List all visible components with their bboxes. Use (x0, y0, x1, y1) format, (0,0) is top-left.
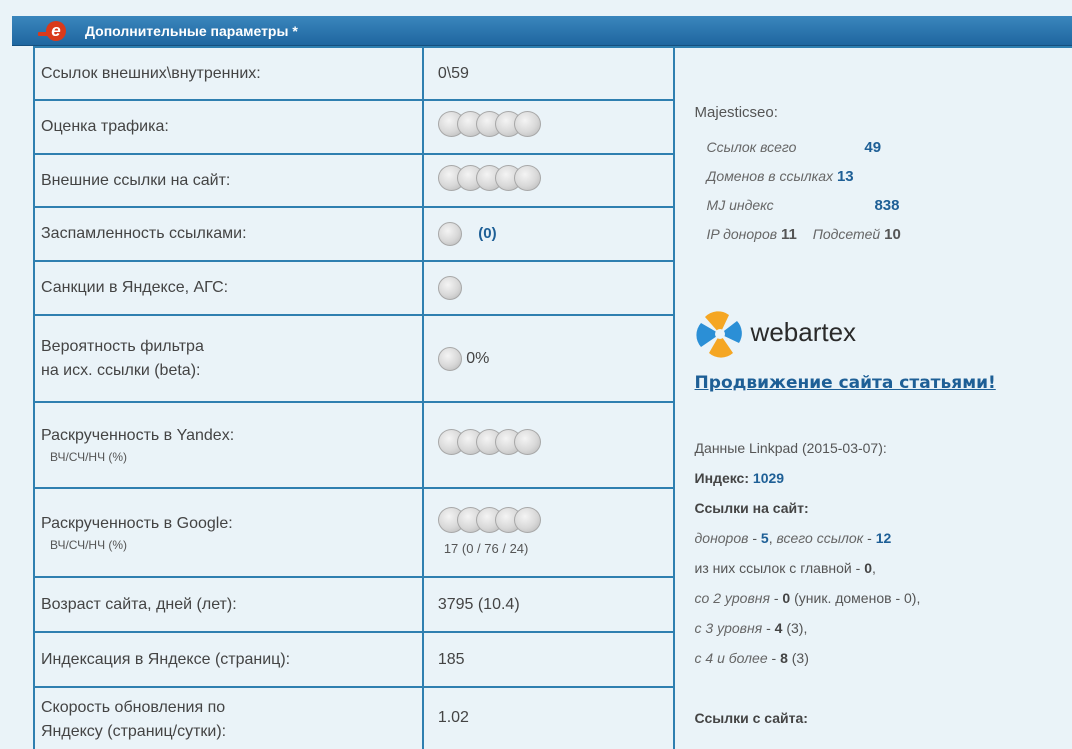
level2-extra: (уник. доменов - 0), (794, 589, 921, 606)
row-label: Внешние ссылки на сайт: (33, 153, 424, 208)
total-links-value: 12 (875, 529, 892, 546)
side-info-column: Majesticseo: Ссылок всего 49 Доменов в с… (672, 46, 1072, 749)
majestic-mj-row: MJ индекс 838 (707, 197, 900, 214)
spam-indicator-icon (437, 222, 462, 246)
filter-value: 0% (466, 349, 490, 367)
row-label: Ссылок внешних\внутренних: (33, 46, 424, 101)
linkpad-links-to-site: Ссылки на сайт: (695, 500, 809, 516)
spam-value: (0) (478, 225, 497, 243)
linkpad-index-row: Индекс: 1029 (695, 470, 785, 486)
level2-label: со 2 уровня (694, 589, 770, 606)
rating-circle-icon (513, 506, 541, 533)
links-to-site-label: Ссылки на сайт: (694, 499, 809, 516)
from-main-label: из них ссылок с главной (694, 559, 852, 576)
row-label: Оценка трафика: (33, 99, 424, 155)
linkpad-header: Данные Linkpad (2015-03-07): (694, 439, 887, 456)
donors-label: доноров (694, 529, 749, 546)
row-label: Раскрученность в Google: ВЧ/СЧ/НЧ (%) (33, 487, 424, 578)
panel-title: Дополнительные параметры * (85, 23, 298, 39)
row-value: 0\59 (421, 46, 675, 101)
majestic-links-value: 49 (864, 138, 882, 156)
level3-value: 4 (774, 619, 783, 636)
row-value: 3795 (10.4) (421, 576, 675, 633)
row-label: Индексация в Яндексе (страниц): (33, 631, 424, 688)
linkpad-from-main-row: из них ссылок с главной - 0, (694, 559, 876, 576)
yandex-promotion-circles (421, 401, 675, 489)
google-promotion-cell: 17 (0 / 76 / 24) (421, 487, 675, 578)
majestic-domains-value: 13 (836, 167, 854, 185)
level2-value: 0 (782, 589, 791, 606)
row-value: 185 (421, 631, 675, 688)
level3-extra: (3), (786, 619, 808, 636)
majestic-domains-row: Доменов в ссылках 13 (707, 168, 854, 185)
total-links-label: всего ссылок (776, 529, 864, 546)
linkpad-links-from-site: Ссылки с сайта: (695, 710, 808, 726)
row-label-line2: Яндексу (страниц/сутки): (41, 723, 227, 740)
level3-label: с 3 уровня (694, 619, 763, 636)
majestic-subnets-value: 10 (884, 225, 901, 243)
google-promotion-value: 17 (0 / 76 / 24) (443, 540, 529, 556)
majestic-links-label: Ссылок всего (706, 138, 797, 155)
majestic-subnets-label: Подсетей (812, 225, 881, 242)
panel-header: e Дополнительные параметры * (12, 16, 1072, 46)
linkpad-donors-row: доноров - 5, всего ссылок - 12 (694, 529, 892, 546)
majestic-mj-value: 838 (874, 196, 900, 214)
webartex-logo-icon (695, 310, 742, 358)
row-label: Заспамленность ссылками: (33, 206, 424, 262)
level4-value: 8 (780, 649, 788, 666)
majestic-links-row: Ссылок всего 49 (707, 139, 882, 156)
row-label: Возраст сайта, дней (лет): (33, 576, 424, 633)
sanctions-cell (421, 260, 675, 316)
row-sublabel: ВЧ/СЧ/НЧ (%) (50, 450, 128, 464)
majestic-ip-label: IP доноров (706, 225, 778, 242)
row-value: 1.02 (421, 686, 675, 749)
row-label-line1: Раскрученность в Yandex: (41, 427, 235, 444)
row-label: Санкции в Яндексе, АГС: (33, 260, 424, 316)
row-label: Вероятность фильтра на исх. ссылки (beta… (33, 314, 424, 403)
e-logo-icon: e (46, 21, 66, 41)
from-main-value: 0 (864, 559, 872, 576)
level4-extra: (3) (791, 649, 809, 666)
sanctions-indicator-icon (437, 276, 462, 300)
majestic-ip-row: IP доноров 11 Подсетей 10 (707, 226, 901, 243)
external-links-circles (421, 153, 675, 208)
rating-circle-icon (513, 111, 541, 137)
filter-cell: 0% (421, 314, 675, 403)
row-label: Раскрученность в Yandex: ВЧ/СЧ/НЧ (%) (33, 401, 424, 489)
rating-circle-icon (513, 164, 541, 191)
additional-parameters-panel: e Дополнительные параметры * Ссылок внеш… (12, 16, 1072, 749)
majestic-title: Majesticseo: (694, 103, 778, 121)
donors-value: 5 (760, 529, 769, 546)
linkpad-index-value: 1029 (752, 469, 785, 486)
filter-indicator-icon (437, 346, 462, 371)
table-row: Ссылок внешних\внутренних: 0\59 Majestic… (33, 46, 1072, 749)
level4-label: с 4 и более (694, 649, 768, 666)
linkpad-level2-row: со 2 уровня - 0 (уник. доменов - 0), (694, 589, 921, 606)
row-sublabel: ВЧ/СЧ/НЧ (%) (50, 537, 128, 552)
linkpad-level3-row: с 3 уровня - 4 (3), (694, 619, 808, 636)
parameters-table: Ссылок внешних\внутренних: 0\59 Majestic… (33, 46, 1072, 749)
majestic-domains-label: Доменов в ссылках (706, 167, 834, 184)
promo-link[interactable]: Продвижение сайта статьями! (695, 372, 996, 394)
webartex-brand: webartex (750, 316, 857, 347)
majestic-mj-label: MJ индекс (706, 196, 774, 213)
row-label-line1: Раскрученность в Google: (41, 514, 233, 532)
spam-cell: (0) (421, 206, 675, 262)
linkpad-level4-row: с 4 и более - 8 (3) (694, 649, 809, 666)
links-from-site-label: Ссылки с сайта: (694, 709, 808, 726)
row-label-line1: Скорость обновления по (41, 699, 226, 716)
linkpad-index-label: Индекс: (694, 469, 750, 486)
row-label-line2: на исх. ссылки (beta): (41, 361, 201, 379)
row-label: Скорость обновления по Яндексу (страниц/… (33, 686, 424, 749)
row-label-line1: Вероятность фильтра (41, 337, 204, 355)
majestic-ip-value: 11 (780, 225, 797, 243)
rating-circle-icon (513, 429, 541, 455)
traffic-rating-circles (421, 99, 675, 155)
